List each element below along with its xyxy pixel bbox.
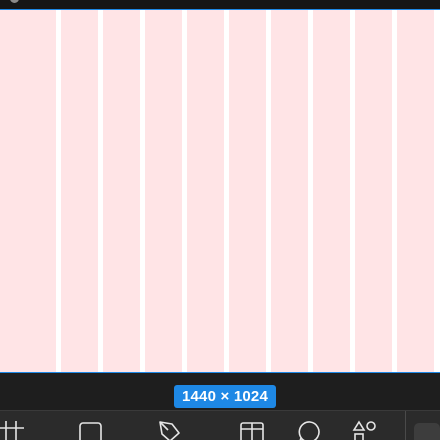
frame-dimensions-badge: 1440 × 1024: [174, 385, 276, 408]
frame-name-fragment: [10, 0, 19, 3]
layout-grid-column: [0, 10, 21, 372]
layout-grid-column: [187, 10, 224, 372]
layout-grid-column: [61, 10, 98, 372]
layout-grid-column: [229, 10, 266, 372]
layout-grid-column: [145, 10, 182, 372]
layout-grid-column: [355, 10, 392, 372]
selected-frame[interactable]: [0, 9, 440, 373]
design-canvas: 1440 × 1024: [0, 0, 440, 440]
layout-grid-column: [19, 10, 56, 372]
layout-icon[interactable]: [239, 419, 265, 440]
comment-icon[interactable]: [297, 419, 323, 440]
pen-icon[interactable]: [157, 419, 183, 440]
bottom-toolbar: [0, 410, 440, 440]
layout-grid-column: [103, 10, 140, 372]
hash-frame-icon[interactable]: [0, 419, 24, 440]
rectangle-icon[interactable]: [78, 419, 104, 440]
layout-grid-column: [313, 10, 350, 372]
layout-grid-column: [397, 10, 434, 372]
toolbar-divider: [405, 411, 406, 440]
canvas-top-strip: [0, 0, 440, 9]
layout-grid-column: [271, 10, 308, 372]
shapes-icon[interactable]: [352, 419, 378, 440]
toolbar-mode-toggle[interactable]: [414, 423, 440, 440]
